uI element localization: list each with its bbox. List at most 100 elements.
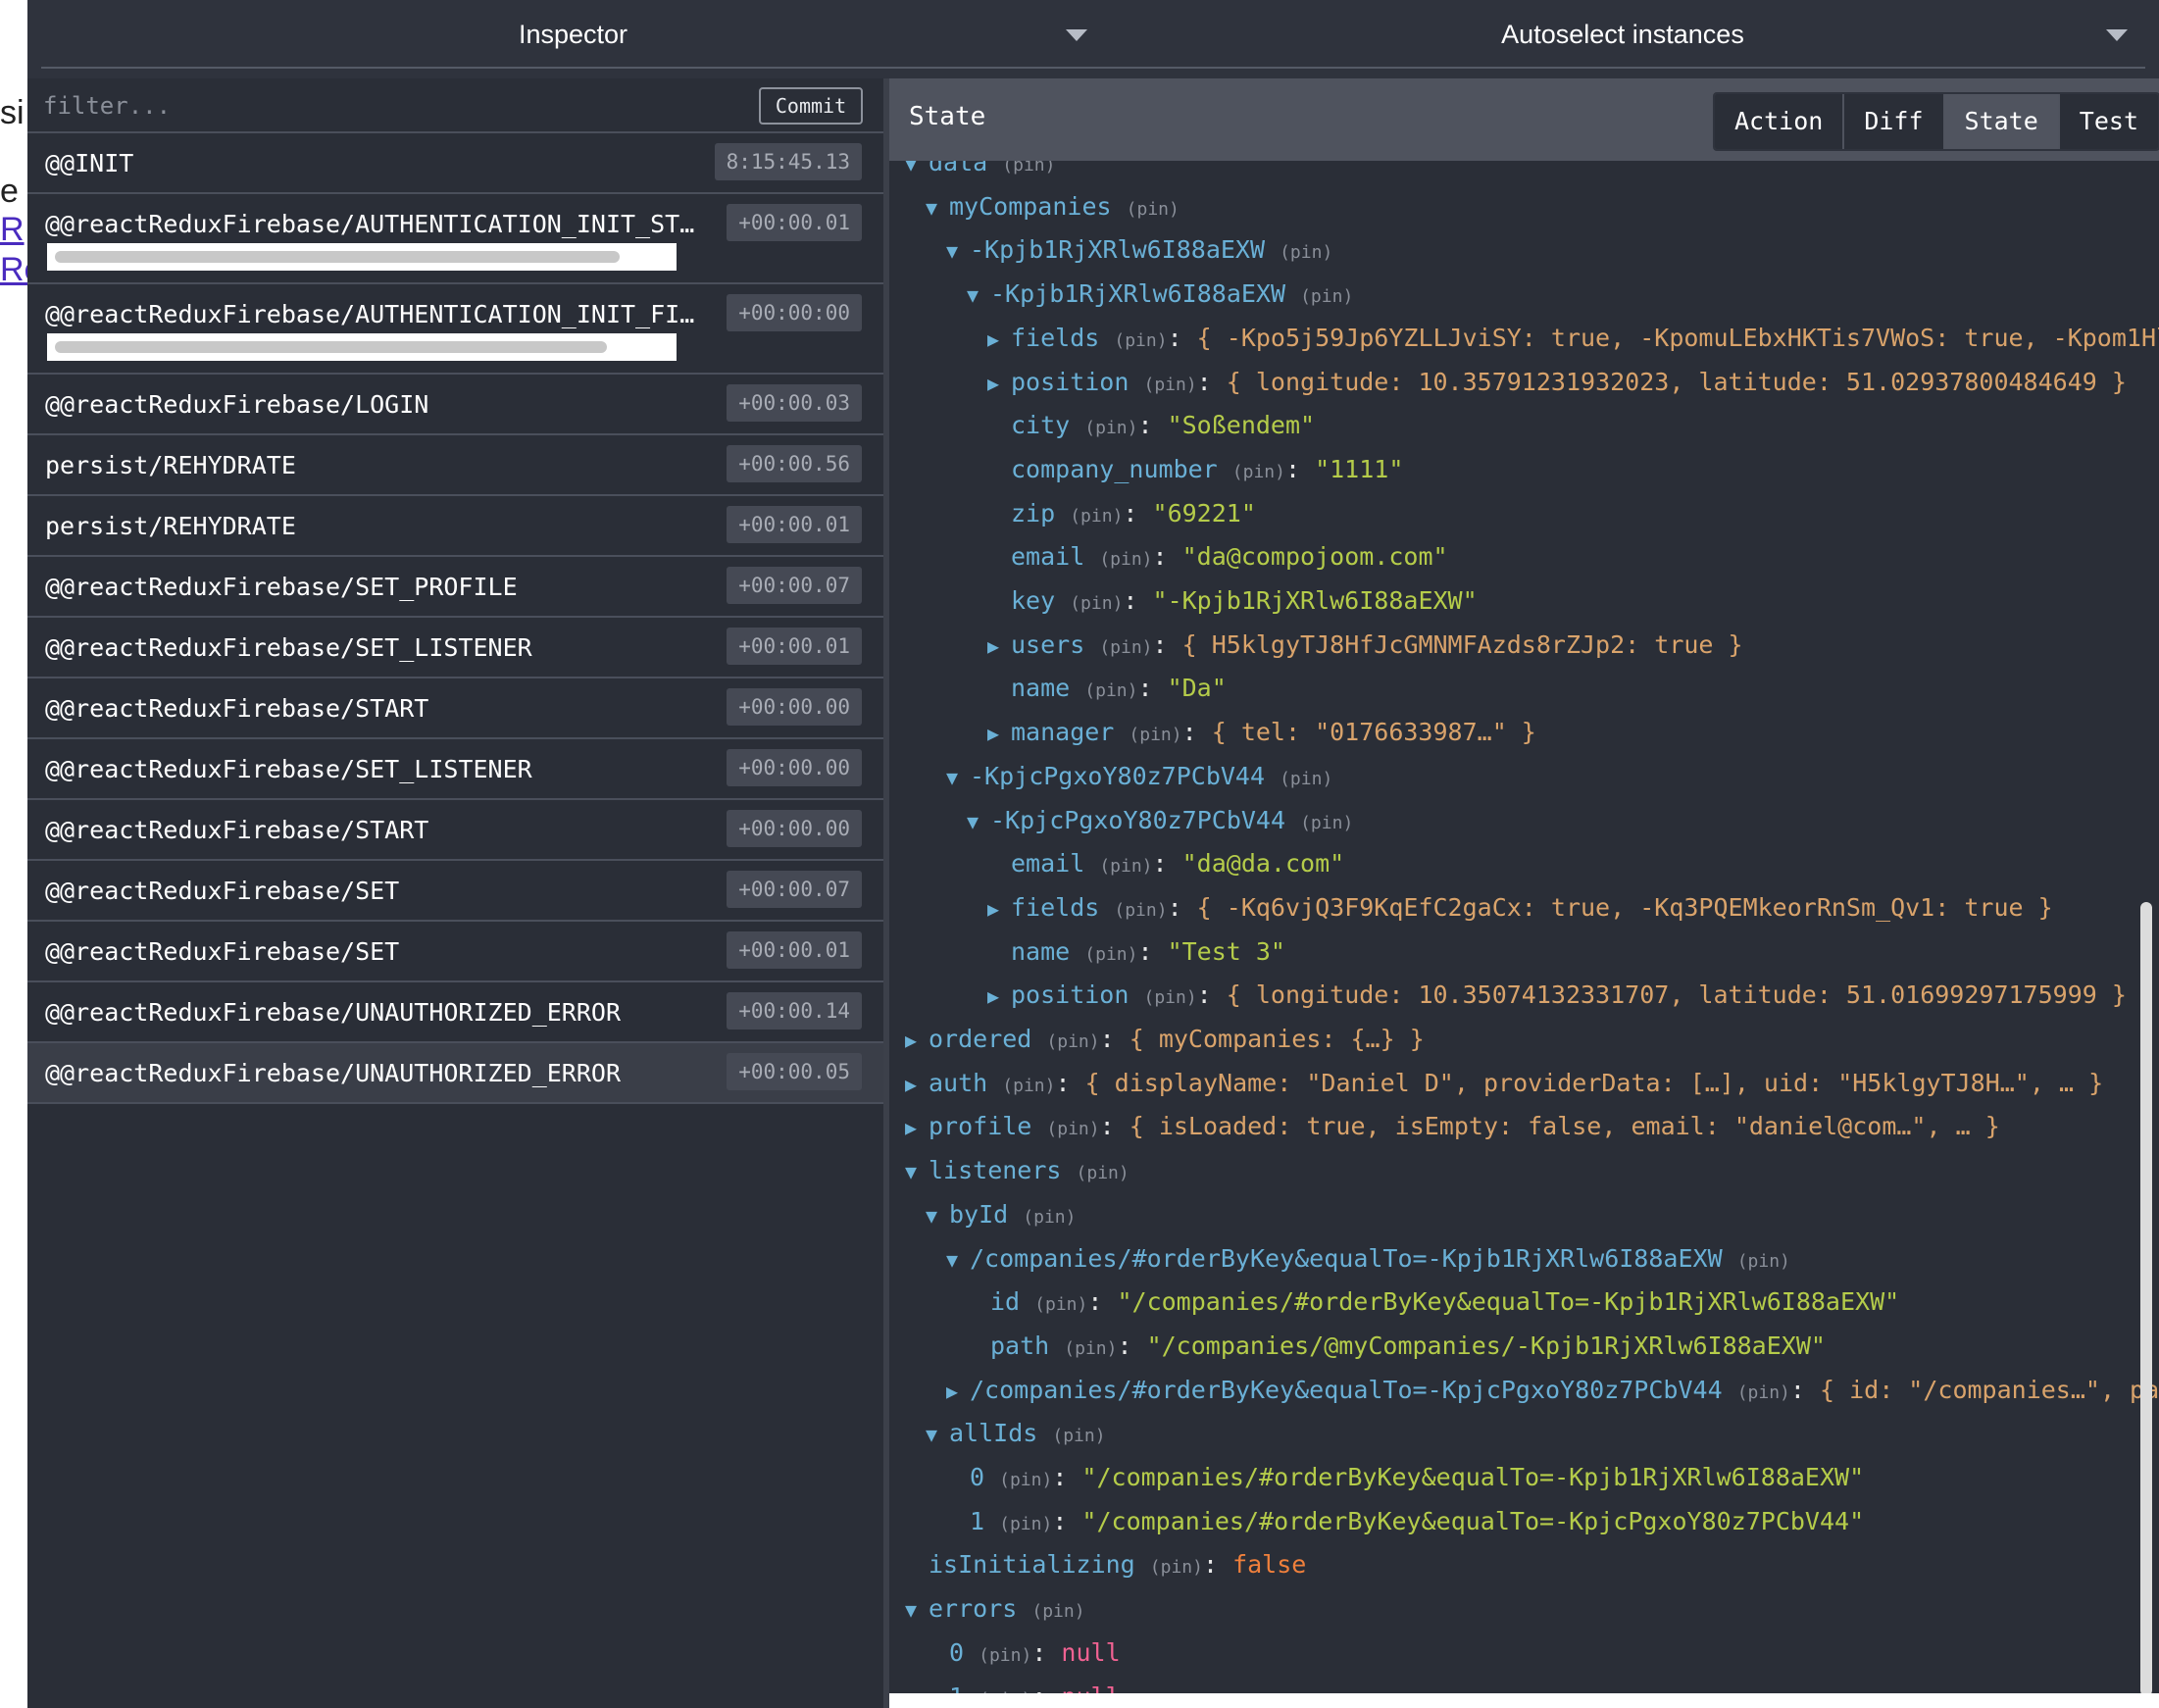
tree-node[interactable]: ▶ position (pin): { longitude: 10.3579123… [987, 365, 2127, 403]
caret-down-icon[interactable]: ▼ [926, 190, 949, 226]
tree-node[interactable]: ▶ profile (pin): { isLoaded: true, isEmpt… [905, 1109, 2000, 1147]
autoselect-instances-select[interactable]: Autoselect instances [1100, 0, 2145, 69]
pin-toggle[interactable]: (pin) [1099, 549, 1152, 570]
action-row[interactable]: @@reactReduxFirebase/SET_LISTENER +00:00.… [27, 618, 883, 678]
caret-down-icon[interactable]: ▼ [905, 1154, 929, 1189]
pin-toggle[interactable]: (pin) [1737, 1251, 1790, 1272]
background-link[interactable]: R [0, 211, 25, 248]
pin-toggle[interactable]: (pin) [1084, 944, 1137, 965]
pin-toggle[interactable]: (pin) [1034, 1294, 1087, 1315]
caret-down-icon[interactable]: ▼ [946, 233, 970, 269]
caret-right-icon[interactable]: ▶ [905, 1110, 929, 1145]
background-link[interactable]: Re [0, 251, 27, 289]
commit-button[interactable]: Commit [759, 87, 863, 125]
caret-down-icon[interactable]: ▼ [967, 277, 990, 313]
tree-node[interactable]: ▶ auth (pin): { displayName: "Daniel D", … [905, 1066, 2103, 1104]
pin-toggle[interactable]: (pin) [1232, 462, 1285, 482]
action-row[interactable]: @@reactReduxFirebase/START +00:00.00 [27, 800, 883, 861]
tab-diff[interactable]: Diff [1842, 94, 1943, 149]
pin-toggle[interactable]: (pin) [1129, 725, 1181, 745]
caret-down-icon[interactable]: ▼ [926, 1198, 949, 1233]
action-row[interactable]: @@reactReduxFirebase/SET_PROFILE +00:00.0… [27, 557, 883, 618]
tree-node[interactable]: ▼ -Kpjb1RjXRlw6I88aEXW (pin) [946, 232, 1332, 271]
filter-input[interactable] [41, 88, 633, 124]
pin-toggle[interactable]: (pin) [1150, 1557, 1203, 1578]
pin-toggle[interactable]: (pin) [1084, 680, 1137, 701]
tree-node[interactable]: ▼ byId (pin) [926, 1197, 1076, 1235]
pin-toggle[interactable]: (pin) [979, 1645, 1031, 1666]
pin-toggle[interactable]: (pin) [1143, 375, 1196, 395]
pin-toggle[interactable]: (pin) [1099, 856, 1152, 877]
caret-down-icon[interactable]: ▼ [926, 1417, 949, 1452]
tree-node[interactable]: ▶ fields (pin): { -Kpo5j59Jp6YZLLJviSY: t… [987, 321, 2159, 359]
action-row[interactable]: @@reactReduxFirebase/AUTHENTICATION_INIT… [27, 194, 883, 284]
pin-toggle[interactable]: (pin) [1280, 242, 1332, 263]
caret-right-icon[interactable]: ▶ [987, 891, 1011, 927]
pin-toggle[interactable]: (pin) [999, 1470, 1052, 1490]
caret-right-icon[interactable]: ▶ [946, 1374, 970, 1409]
caret-down-icon[interactable]: ▼ [905, 161, 929, 181]
pin-toggle[interactable]: (pin) [1077, 1163, 1130, 1183]
tree-node[interactable]: ▼/companies/#orderByKey&equalTo=-Kpjb1Rj… [946, 1241, 1790, 1280]
pin-toggle[interactable]: (pin) [1300, 813, 1353, 833]
pin-toggle[interactable]: (pin) [1127, 199, 1180, 220]
caret-right-icon[interactable]: ▶ [987, 716, 1011, 751]
pin-toggle[interactable]: (pin) [1070, 506, 1123, 527]
pin-toggle[interactable]: (pin) [1280, 769, 1332, 789]
tree-node[interactable]: ▶ position (pin): { longitude: 10.3507413… [987, 978, 2127, 1016]
pin-toggle[interactable]: (pin) [1002, 161, 1055, 176]
tree-node[interactable]: ▶ users (pin): { H5klgyTJ8HfJcGMNMFAzds8r… [987, 628, 1743, 666]
tree-node[interactable]: ▼ errors (pin) [905, 1591, 1085, 1630]
pin-toggle[interactable]: (pin) [1737, 1382, 1790, 1403]
tree-node[interactable]: ▶ ordered (pin): { myCompanies: {…} } [905, 1022, 1425, 1060]
action-row[interactable]: @@reactReduxFirebase/AUTHENTICATION_INIT… [27, 284, 883, 375]
action-row[interactable]: @@INIT 8:15:45.13 [27, 133, 883, 194]
caret-right-icon[interactable]: ▶ [905, 1067, 929, 1102]
caret-down-icon[interactable]: ▼ [905, 1592, 929, 1628]
action-row[interactable]: @@reactReduxFirebase/UNAUTHORIZED_ERROR +… [27, 982, 883, 1043]
pin-toggle[interactable]: (pin) [1084, 418, 1137, 438]
caret-right-icon[interactable]: ▶ [987, 322, 1011, 357]
tree-node[interactable]: ▼ -KpjcPgxoY80z7PCbV44 (pin) [967, 803, 1353, 841]
action-row[interactable]: @@reactReduxFirebase/SET +00:00.07 [27, 861, 883, 922]
action-row[interactable]: persist/REHYDRATE +00:00.01 [27, 496, 883, 557]
tree-node[interactable]: ▼ -Kpjb1RjXRlw6I88aEXW (pin) [967, 276, 1353, 315]
caret-down-icon[interactable]: ▼ [946, 760, 970, 795]
action-row[interactable]: @@reactReduxFirebase/SET_LISTENER +00:00.… [27, 739, 883, 800]
pin-toggle[interactable]: (pin) [1099, 637, 1152, 658]
pin-toggle[interactable]: (pin) [1300, 286, 1353, 307]
inspector-select[interactable]: Inspector [41, 0, 1105, 69]
pin-toggle[interactable]: (pin) [1023, 1207, 1076, 1228]
pin-toggle[interactable]: (pin) [1114, 330, 1167, 351]
pin-toggle[interactable]: (pin) [1031, 1601, 1084, 1622]
caret-down-icon[interactable]: ▼ [967, 804, 990, 839]
tree-node[interactable]: ▶/companies/#orderByKey&equalTo=-KpjcPgx… [946, 1373, 2159, 1411]
tree-node[interactable]: ▼ listeners (pin) [905, 1153, 1130, 1191]
action-row[interactable]: @@reactReduxFirebase/UNAUTHORIZED_ERROR +… [27, 1043, 883, 1104]
tab-action[interactable]: Action [1715, 94, 1843, 149]
tree-node[interactable]: ▼ -KpjcPgxoY80z7PCbV44 (pin) [946, 759, 1332, 797]
tree-node[interactable]: ▶ manager (pin): { tel: "0176633987…" } [987, 715, 1536, 753]
tab-test[interactable]: Test [2057, 94, 2159, 149]
pin-toggle[interactable]: (pin) [1070, 593, 1123, 614]
tree-node[interactable]: ▼ allIds (pin) [926, 1416, 1106, 1454]
tab-state[interactable]: State [1942, 94, 2058, 149]
pin-toggle[interactable]: (pin) [1064, 1338, 1117, 1359]
caret-right-icon[interactable]: ▶ [987, 628, 1011, 664]
tree-node[interactable]: ▶ fields (pin): { -Kq6vjQ3F9KqEfC2gaCx: t… [987, 890, 2053, 929]
caret-right-icon[interactable]: ▶ [905, 1023, 929, 1058]
pin-toggle[interactable]: (pin) [1052, 1426, 1105, 1446]
pin-toggle[interactable]: (pin) [1046, 1031, 1099, 1052]
action-row[interactable]: persist/REHYDRATE +00:00.56 [27, 435, 883, 496]
pin-toggle[interactable]: (pin) [1143, 987, 1196, 1008]
pin-toggle[interactable]: (pin) [1114, 900, 1167, 921]
action-row[interactable]: @@reactReduxFirebase/START +00:00.00 [27, 678, 883, 739]
caret-down-icon[interactable]: ▼ [946, 1242, 970, 1278]
pin-toggle[interactable]: (pin) [1002, 1076, 1055, 1096]
action-row[interactable]: @@reactReduxFirebase/LOGIN +00:00.03 [27, 375, 883, 435]
caret-right-icon[interactable]: ▶ [987, 979, 1011, 1014]
tree-node[interactable]: ▼ myCompanies (pin) [926, 189, 1180, 227]
pin-toggle[interactable]: (pin) [1046, 1119, 1099, 1139]
tree-node[interactable]: ▼ data (pin) [905, 161, 1055, 183]
action-row[interactable]: @@reactReduxFirebase/SET +00:00.01 [27, 922, 883, 982]
